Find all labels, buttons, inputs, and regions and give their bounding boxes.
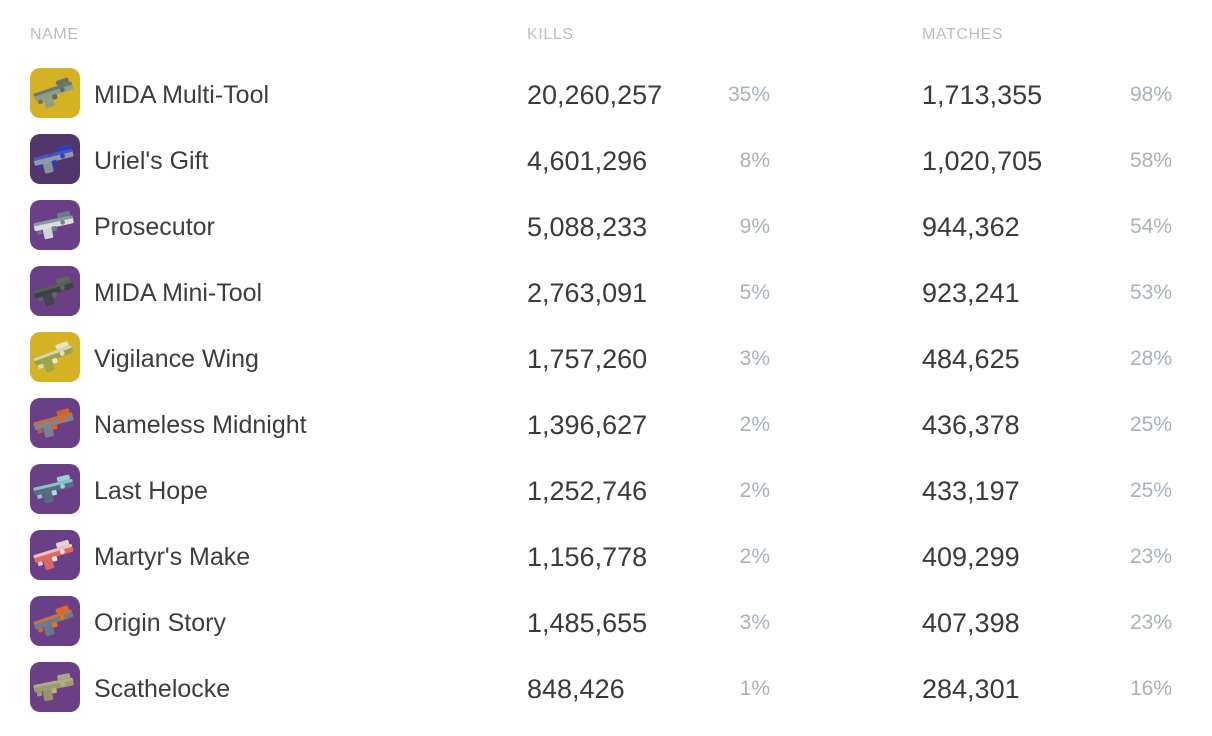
kills-percent: 1%	[739, 677, 770, 700]
kills-value: 2,763,091	[527, 278, 648, 308]
matches-value: 284,301	[922, 674, 1020, 704]
matches-value: 407,398	[922, 608, 1020, 638]
table-row[interactable]: Scathelocke 848,426 1% 284,301 16%	[0, 656, 1212, 722]
matches-percent: 54%	[1129, 215, 1172, 238]
matches-percent: 53%	[1129, 281, 1172, 304]
weapon-icon-origin-story	[30, 596, 80, 646]
table-row[interactable]: Uriel's Gift 4,601,296 8% 1,020,705 58%	[0, 128, 1212, 194]
kills-percent: 5%	[739, 281, 770, 304]
matches-percent: 23%	[1129, 545, 1172, 568]
weapon-icon-scathelocke	[30, 662, 80, 712]
kills-percent: 8%	[739, 149, 770, 172]
table-header-row: NAME KILLS MATCHES	[0, 0, 1212, 62]
matches-value: 1,713,355	[922, 80, 1043, 110]
matches-percent: 23%	[1129, 611, 1172, 634]
table-row[interactable]: Origin Story 1,485,655 3% 407,398 23%	[0, 590, 1212, 656]
matches-percent: 16%	[1129, 677, 1172, 700]
weapon-icon-prosecutor	[30, 200, 80, 250]
weapon-name: Martyr's Make	[94, 543, 251, 571]
kills-percent: 3%	[739, 611, 770, 634]
matches-value: 1,020,705	[922, 146, 1043, 176]
table-row[interactable]: MIDA Multi-Tool 20,260,257 35% 1,713,355 98%	[0, 62, 1212, 128]
matches-percent: 25%	[1129, 479, 1172, 502]
kills-value: 20,260,257	[527, 80, 663, 110]
matches-percent: 25%	[1129, 413, 1172, 436]
matches-percent: 58%	[1129, 149, 1172, 172]
kills-percent: 2%	[739, 413, 770, 436]
table-row[interactable]: Nameless Midnight 1,396,627 2% 436,378 25%	[0, 392, 1212, 458]
weapon-icon-last-hope	[30, 464, 80, 514]
weapon-icon-mida-multi-tool	[30, 68, 80, 118]
kills-value: 4,601,296	[527, 146, 648, 176]
weapon-name: Last Hope	[94, 477, 208, 505]
kills-value: 848,426	[527, 674, 625, 704]
kills-percent: 35%	[727, 83, 770, 106]
kills-value: 1,396,627	[527, 410, 648, 440]
weapon-name: MIDA Mini-Tool	[94, 279, 263, 307]
kills-value: 1,156,778	[527, 542, 648, 572]
table-row[interactable]: Prosecutor 5,088,233 9% 944,362 54%	[0, 194, 1212, 260]
kills-percent: 3%	[739, 347, 770, 370]
kills-value: 1,252,746	[527, 476, 648, 506]
table-row[interactable]: MIDA Mini-Tool 2,763,091 5% 923,241 53%	[0, 260, 1212, 326]
matches-percent: 28%	[1129, 347, 1172, 370]
table-row[interactable]: Last Hope 1,252,746 2% 433,197 25%	[0, 458, 1212, 524]
weapon-icon-mida-mini-tool	[30, 266, 80, 316]
matches-value: 433,197	[922, 476, 1020, 506]
matches-value: 409,299	[922, 542, 1020, 572]
weapon-name: Nameless Midnight	[94, 411, 307, 439]
column-header-kills[interactable]: KILLS	[527, 26, 574, 44]
weapon-icon-uriels-gift	[30, 134, 80, 184]
weapon-icon-vigilance-wing	[30, 332, 80, 382]
weapon-icon-martyrs-make	[30, 530, 80, 580]
weapon-name: Scathelocke	[94, 675, 231, 703]
matches-value: 436,378	[922, 410, 1020, 440]
kills-percent: 9%	[739, 215, 770, 238]
kills-value: 5,088,233	[527, 212, 648, 242]
column-header-name[interactable]: NAME	[30, 26, 79, 44]
table-body: MIDA Multi-Tool 20,260,257 35% 1,713,355 98%…	[0, 62, 1212, 722]
table-row[interactable]: Vigilance Wing 1,757,260 3% 484,625 28%	[0, 326, 1212, 392]
matches-value: 484,625	[922, 344, 1020, 374]
table-row[interactable]: Martyr's Make 1,156,778 2% 409,299 23%	[0, 524, 1212, 590]
weapon-name: Uriel's Gift	[94, 147, 209, 175]
weapon-name: Prosecutor	[94, 213, 215, 241]
matches-value: 944,362	[922, 212, 1020, 242]
kills-value: 1,757,260	[527, 344, 648, 374]
weapon-stats-table: NAME KILLS MATCHES MIDA Multi-Tool 20,260…	[0, 0, 1212, 736]
kills-percent: 2%	[739, 479, 770, 502]
column-header-matches[interactable]: MATCHES	[922, 26, 1003, 44]
kills-percent: 2%	[739, 545, 770, 568]
weapon-name: Vigilance Wing	[94, 345, 259, 373]
kills-value: 1,485,655	[527, 608, 648, 638]
weapon-icon-nameless-midnight	[30, 398, 80, 448]
matches-value: 923,241	[922, 278, 1020, 308]
weapon-name: MIDA Multi-Tool	[94, 81, 270, 109]
matches-percent: 98%	[1129, 83, 1172, 106]
weapon-name: Origin Story	[94, 609, 226, 637]
